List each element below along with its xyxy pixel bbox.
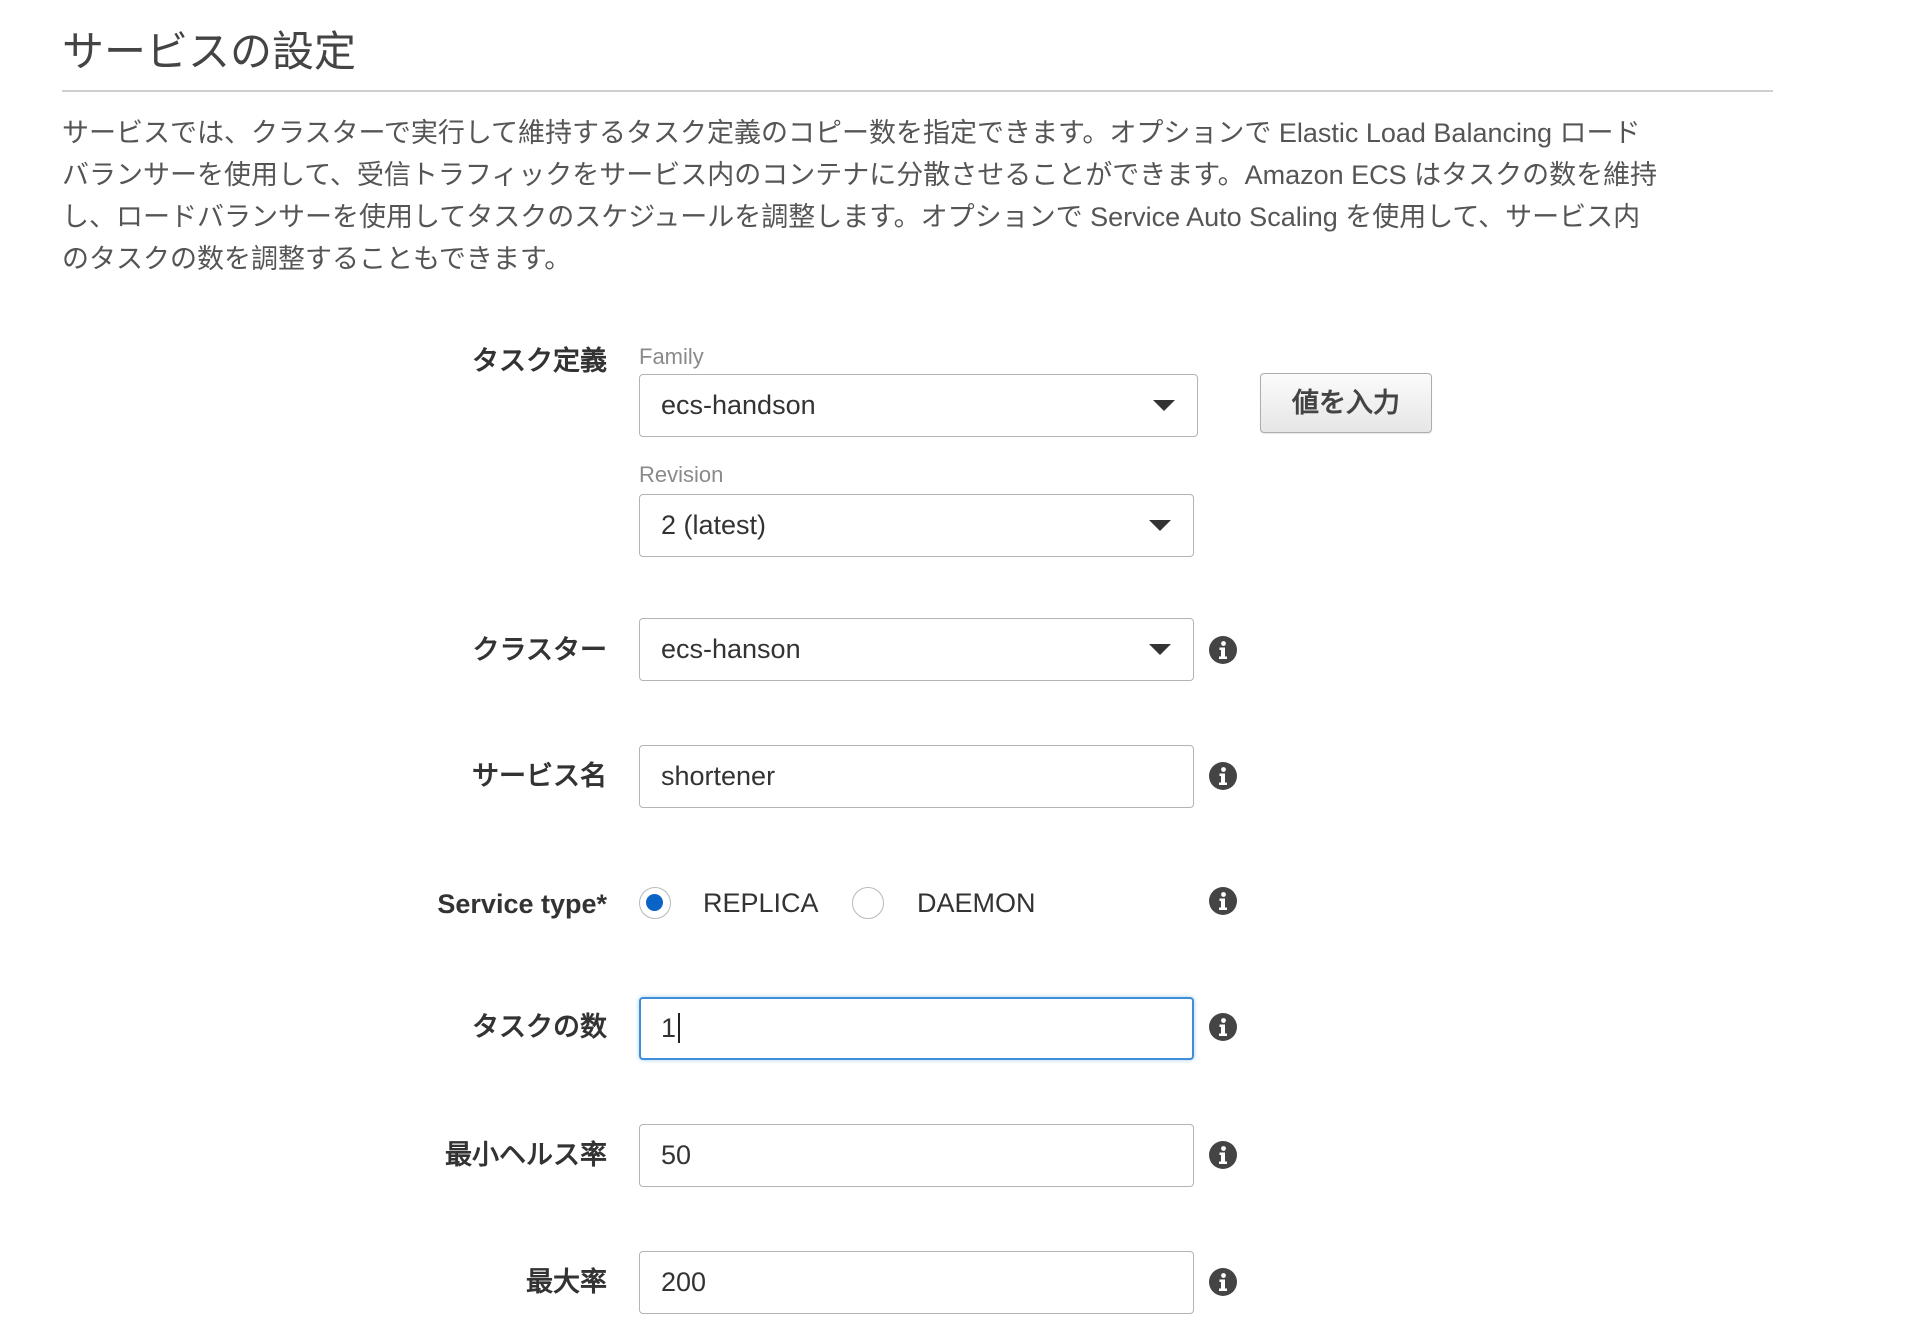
title-divider	[62, 90, 1773, 92]
task-count-input[interactable]: 1	[639, 997, 1194, 1060]
info-icon[interactable]	[1209, 1141, 1237, 1169]
cluster-select-value: ecs-hanson	[661, 634, 801, 664]
radio-selected-dot	[646, 894, 663, 911]
info-icon[interactable]	[1209, 636, 1237, 664]
task-count-label: タスクの数	[472, 1012, 607, 1042]
caret-down-icon	[1149, 520, 1171, 531]
description-line: のタスクの数を調整することもできます。	[62, 244, 572, 274]
service-name-input[interactable]	[639, 745, 1194, 808]
revision-select[interactable]: 2 (latest)	[639, 494, 1194, 557]
max-percent-input[interactable]	[639, 1251, 1194, 1314]
description-line: サービスでは、クラスターで実行して維持するタスク定義のコピー数を指定できます。オ…	[62, 118, 1641, 148]
family-select-value: ecs-handson	[661, 390, 816, 420]
revision-select-value: 2 (latest)	[661, 510, 767, 540]
page-title: サービスの設定	[62, 28, 357, 75]
info-icon[interactable]	[1209, 887, 1237, 915]
radio-replica-label[interactable]: REPLICA	[703, 886, 819, 920]
radio-daemon[interactable]	[852, 887, 884, 919]
caret-down-icon	[1153, 400, 1175, 411]
service-name-label: サービス名	[472, 761, 607, 791]
task-definition-label: タスク定義	[472, 346, 607, 376]
enter-value-button[interactable]: 値を入力	[1260, 373, 1432, 433]
cluster-label: クラスター	[472, 635, 607, 665]
family-select[interactable]: ecs-handson	[639, 374, 1198, 437]
description-line: し、ロードバランサーを使用してタスクのスケジュールを調整します。オプションで S…	[62, 202, 1641, 232]
max-percent-label: 最大率	[526, 1267, 607, 1297]
min-healthy-percent-label: 最小ヘルス率	[445, 1140, 607, 1170]
text-cursor	[678, 1012, 681, 1043]
info-icon[interactable]	[1209, 762, 1237, 790]
description-line: バランサーを使用して、受信トラフィックをサービス内のコンテナに分散させることがで…	[62, 160, 1658, 190]
radio-replica[interactable]	[639, 887, 671, 919]
family-label: Family	[639, 344, 704, 369]
caret-down-icon	[1149, 644, 1171, 655]
info-icon[interactable]	[1209, 1013, 1237, 1041]
task-count-value: 1	[661, 1013, 677, 1043]
radio-daemon-label[interactable]: DAEMON	[917, 886, 1036, 920]
cluster-select[interactable]: ecs-hanson	[639, 618, 1194, 681]
info-icon[interactable]	[1209, 1268, 1237, 1296]
section-description: サービスでは、クラスターで実行して維持するタスク定義のコピー数を指定できます。オ…	[62, 112, 1802, 280]
min-healthy-percent-input[interactable]	[639, 1124, 1194, 1187]
service-type-label: Service type*	[437, 889, 607, 919]
revision-label: Revision	[639, 462, 724, 487]
